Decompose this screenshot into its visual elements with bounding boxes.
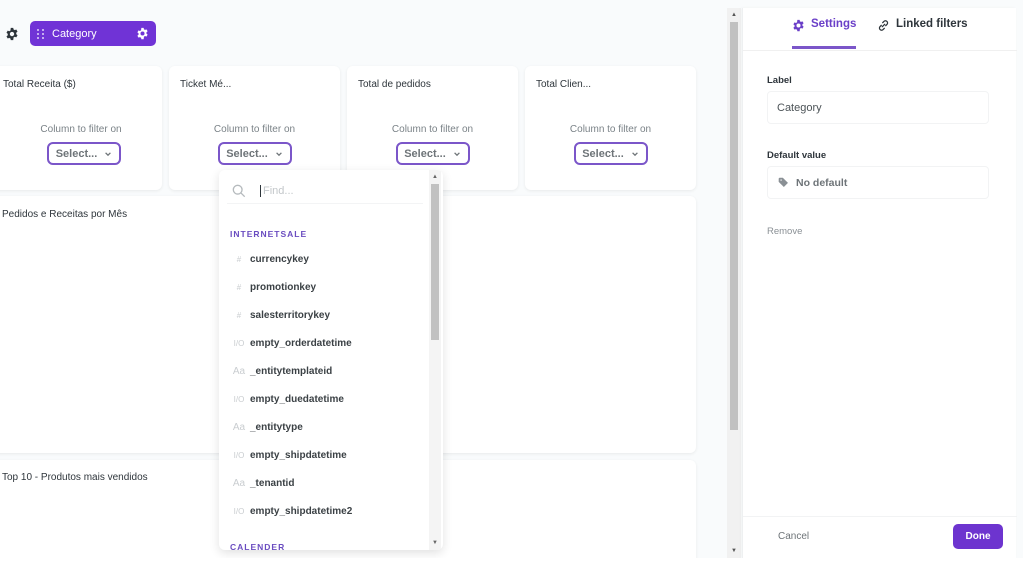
column-option[interactable]: Aa _entitytype [219,413,429,441]
option-label: promotionkey [250,281,317,293]
card-title: Total Receita ($) [3,79,76,90]
default-value-label: Default value [767,150,827,161]
tag-icon [778,177,788,187]
option-label: _entitytemplateid [250,365,333,377]
select-label: Select... [404,147,446,160]
sidebar-footer: Cancel Done [743,516,1017,558]
option-label: empty_duedatetime [250,393,344,405]
label-input[interactable] [777,101,977,114]
column-option[interactable]: I/O empty_orderdatetime [219,329,429,357]
column-select-button[interactable]: Select... [395,142,470,165]
scroll-down-icon[interactable]: ▼ [431,539,439,547]
default-value-field[interactable]: No default [767,166,989,199]
option-label: _entitytype [250,421,303,433]
number-icon: # [236,282,242,292]
chevron-down-icon [105,151,112,156]
column-option[interactable]: Aa _entitytemplateid [219,357,429,385]
select-label: Select... [226,147,268,160]
option-label: salesterritorykey [250,309,331,321]
scroll-up-icon[interactable]: ▲ [431,173,439,181]
column-to-filter-label: Column to filter on [40,124,122,135]
card-total-receita: Total Receita ($) Column to filter on Se… [0,66,162,190]
tab-linked-filters[interactable]: Linked filters [877,18,968,51]
column-option[interactable]: Aa _tenantid [219,469,429,497]
search-row [227,178,423,204]
label-field [767,91,989,124]
scroll-down-icon[interactable]: ▼ [730,547,738,555]
link-icon [878,20,889,31]
scroll-up-icon[interactable]: ▲ [730,11,738,19]
option-label: empty_shipdatetime2 [250,505,353,517]
card-title: Total de pedidos [358,79,431,90]
sidebar-tabs: Settings Linked filters [743,8,1017,51]
option-label: currencykey [250,253,309,265]
card-title: Ticket Mé... [180,79,232,90]
filter-chip-label: Category [52,27,97,40]
column-option[interactable]: I/O empty_shipdatetime [219,441,429,469]
boolean-icon: I/O [233,450,245,460]
column-picker-dropdown: INTERNETSALE #currencykey #promotionkey … [219,170,443,550]
drag-handle-icon[interactable] [37,28,45,40]
dashboard-editor: Category Total Receita ($) Column to fil… [0,0,1023,558]
dashboard-canvas: Category Total Receita ($) Column to fil… [0,8,742,558]
scrollbar-thumb[interactable] [730,22,738,430]
boolean-icon: I/O [233,338,245,348]
search-icon [232,184,246,197]
gear-icon[interactable] [5,27,19,41]
text-icon: Aa [232,477,246,489]
boolean-icon: I/O [233,506,245,516]
section-header: INTERNETSALE [230,229,308,239]
column-option[interactable]: # salesterritorykey [219,301,429,329]
number-icon: # [236,310,242,320]
option-label: empty_shipdatetime [250,449,347,461]
dropdown-scrollbar[interactable]: ▲ ▼ [429,170,441,550]
chevron-down-icon [453,151,460,156]
gear-icon [793,19,804,32]
column-to-filter-label: Column to filter on [213,124,296,135]
gear-icon[interactable] [136,27,149,40]
card-title: Total Clien... [536,79,592,90]
text-icon: Aa [232,365,246,377]
number-icon: # [236,254,242,264]
cancel-button[interactable]: Cancel [778,531,809,542]
option-label: empty_orderdatetime [250,337,352,349]
column-to-filter-label: Column to filter on [391,124,474,135]
default-value-placeholder: No default [796,176,848,189]
column-select-button[interactable]: Select... [573,142,648,165]
section-header: CALENDER [230,542,286,550]
column-option[interactable]: # promotionkey [219,273,429,301]
scrollbar-thumb[interactable] [431,184,439,340]
card-title: Top 10 - Produtos mais vendidos [2,472,148,483]
done-button[interactable]: Done [953,524,1003,549]
text-icon: Aa [232,421,246,433]
label-field-label: Label [767,75,792,86]
card-title: Pedidos e Receitas por Mês [2,209,128,220]
column-select-button[interactable]: Select... [47,142,121,165]
chevron-down-icon [275,151,282,156]
column-select-button[interactable]: Select... [217,142,292,165]
chevron-down-icon [631,151,638,156]
column-option[interactable]: I/O empty_duedatetime [219,385,429,413]
tab-label: Linked filters [896,18,968,30]
main-scrollbar[interactable]: ▲ ▼ [727,8,741,558]
select-label: Select... [55,147,98,160]
filter-chip-category[interactable]: Category [30,21,156,46]
column-option[interactable]: I/O empty_shipdatetime2 [219,497,429,525]
column-to-filter-label: Column to filter on [569,124,652,135]
filter-settings-sidebar: Settings Linked filters Label Default va… [742,8,1017,558]
tab-label: Settings [811,18,857,30]
remove-filter-link[interactable]: Remove [767,226,802,237]
option-label: _tenantid [250,477,295,489]
search-input[interactable] [260,184,410,197]
card-total-clientes: Total Clien... Column to filter on Selec… [525,66,696,190]
column-option[interactable]: # currencykey [219,245,429,273]
boolean-icon: I/O [233,394,245,404]
select-label: Select... [582,147,624,160]
tab-settings[interactable]: Settings [792,18,857,49]
